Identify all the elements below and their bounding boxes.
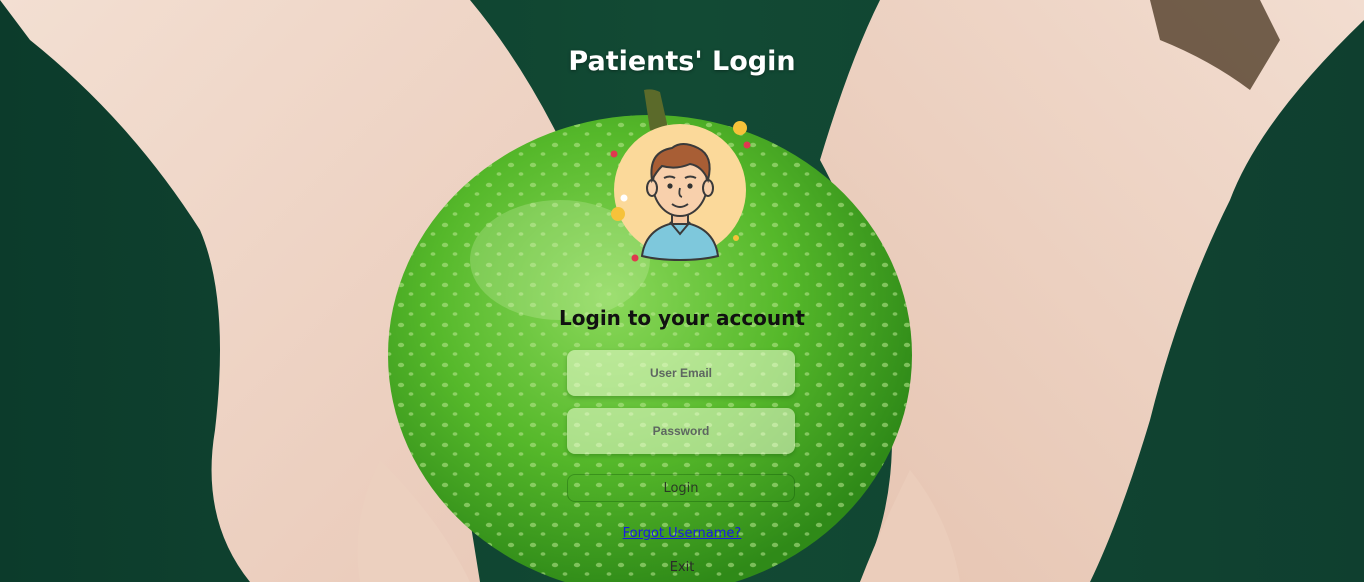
user-email-input[interactable] [567,350,795,396]
login-form-heading: Login to your account [559,306,805,330]
login-button[interactable]: Login [567,474,795,502]
user-avatar-icon [610,121,751,262]
forgot-username-link[interactable]: Forgot Username? [0,526,1364,541]
page-title: Patients' Login [568,46,796,77]
avatar [606,118,754,268]
exit-link[interactable]: Exit [0,560,1364,575]
password-input[interactable] [567,408,795,454]
